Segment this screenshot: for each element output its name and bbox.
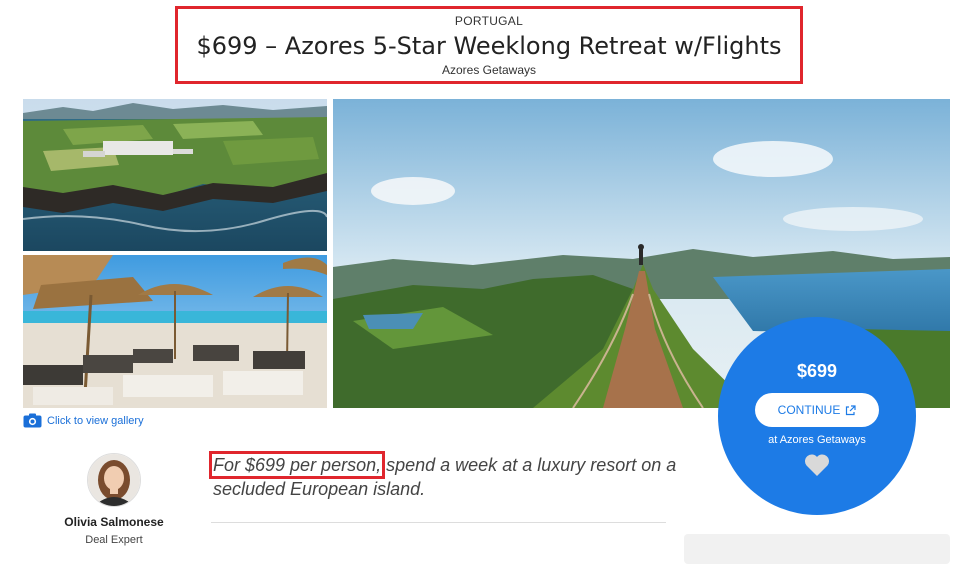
view-gallery-link[interactable]: Click to view gallery: [23, 413, 144, 428]
deal-price: $699: [796, 361, 838, 381]
heart-icon[interactable]: [804, 453, 830, 482]
camera-icon: [23, 413, 42, 428]
author-card: Olivia Salmonese Deal Expert: [50, 453, 178, 546]
gallery-link-label: Click to view gallery: [47, 414, 144, 427]
provider-name: Azores Getaways: [441, 63, 537, 77]
aerial-coast-resort-photo[interactable]: [23, 99, 327, 251]
deal-price-panel: $699 CONTINUE at Azores Getaways: [718, 317, 916, 515]
author-name: Olivia Salmonese: [64, 515, 164, 529]
deal-provider-label: at Azores Getaways: [768, 434, 866, 446]
continue-button[interactable]: CONTINUE: [755, 393, 879, 427]
author-role: Deal Expert: [85, 534, 143, 546]
sidebar-card: [684, 534, 950, 564]
external-link-icon: [846, 404, 856, 415]
deal-lead-text: For $699 per person, spend a week at a l…: [208, 451, 683, 501]
avatar[interactable]: [87, 453, 141, 507]
page-title: $699 – Azores 5-Star Weeklong Retreat w/…: [196, 32, 782, 60]
deal-header: PORTUGAL $699 – Azores 5-Star Weeklong R…: [175, 6, 803, 84]
country-label: PORTUGAL: [454, 14, 524, 28]
continue-label: CONTINUE: [777, 403, 841, 417]
divider: [211, 522, 666, 523]
price-highlight: For $699 per person,: [208, 451, 386, 479]
pool-umbrellas-photo[interactable]: [23, 255, 327, 408]
